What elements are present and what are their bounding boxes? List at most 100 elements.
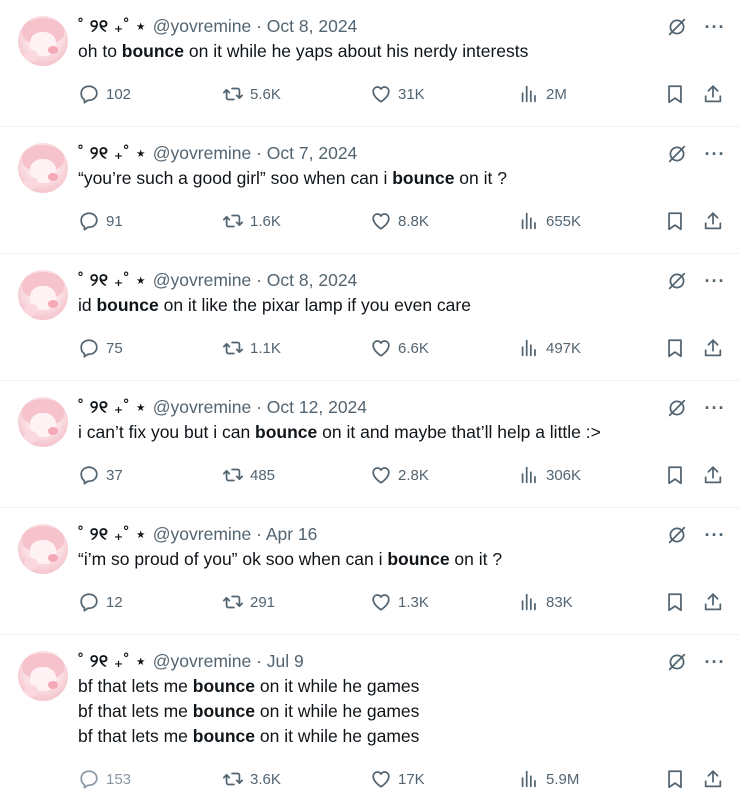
like-count: 17K [398, 770, 425, 788]
text-segment: on it while he games [255, 701, 420, 721]
reply-button[interactable]: 12 [78, 591, 123, 613]
tweet-actions: 12 291 1.3K 83K [78, 572, 724, 634]
highlighted-word: bounce [192, 701, 256, 721]
tweet-text-line: oh to bounce on it while he yaps about h… [78, 39, 724, 64]
handle-and-date[interactable]: @yovremine · Jul 9 [153, 651, 304, 672]
display-name[interactable]: ˚ ୨୧ ₊˚ ⋆ [78, 270, 147, 291]
more-options-icon[interactable]: ··· [704, 16, 726, 38]
tweet[interactable]: ˚ ୨୧ ₊˚ ⋆ @yovremine · Oct 8, 2024 ··· o… [0, 0, 740, 127]
grok-icon[interactable] [666, 397, 688, 419]
more-options-icon[interactable]: ··· [704, 397, 726, 419]
bookmark-button[interactable] [664, 768, 686, 790]
view-count: 5.9M [546, 770, 580, 788]
grok-icon[interactable] [666, 143, 688, 165]
tweet-header-actions: ··· [666, 651, 726, 673]
grok-icon[interactable] [666, 524, 688, 546]
grok-icon[interactable] [666, 270, 688, 292]
analytics-icon [521, 339, 536, 357]
repost-button[interactable]: 3.6K [222, 768, 281, 790]
handle-and-date[interactable]: @yovremine · Oct 7, 2024 [153, 143, 358, 164]
repost-icon [222, 772, 244, 786]
like-count: 8.8K [398, 212, 429, 230]
avatar[interactable] [18, 524, 68, 574]
text-segment: on it ? [454, 168, 507, 188]
text-segment: bf that lets me [78, 726, 193, 746]
grok-icon[interactable] [666, 651, 688, 673]
bookmark-button[interactable] [664, 83, 686, 105]
grok-icon[interactable] [666, 16, 688, 38]
tweet[interactable]: ˚ ୨୧ ₊˚ ⋆ @yovremine · Oct 8, 2024 ··· i… [0, 254, 740, 381]
avatar[interactable] [18, 143, 68, 193]
analytics-icon [521, 770, 536, 788]
more-options-icon[interactable]: ··· [704, 651, 726, 673]
handle-and-date[interactable]: @yovremine · Apr 16 [153, 524, 318, 545]
avatar[interactable] [18, 651, 68, 701]
share-button[interactable] [702, 210, 724, 232]
more-options-icon[interactable]: ··· [704, 143, 726, 165]
handle-and-date[interactable]: @yovremine · Oct 12, 2024 [153, 397, 367, 418]
tweet-header-actions: ··· [666, 16, 726, 38]
share-icon [704, 212, 722, 230]
reply-icon [80, 85, 98, 104]
display-name[interactable]: ˚ ୨୧ ₊˚ ⋆ [78, 651, 147, 672]
share-button[interactable] [702, 464, 724, 486]
repost-button[interactable]: 291 [222, 591, 275, 613]
tweet[interactable]: ˚ ୨୧ ₊˚ ⋆ @yovremine · Oct 12, 2024 ··· … [0, 381, 740, 508]
bookmark-button[interactable] [664, 464, 686, 486]
reply-button[interactable]: 75 [78, 337, 123, 359]
views-button[interactable]: 83K [518, 591, 573, 613]
share-button[interactable] [702, 768, 724, 790]
reply-button[interactable]: 37 [78, 464, 123, 486]
like-button[interactable]: 1.3K [370, 591, 429, 613]
more-options-icon[interactable]: ··· [704, 524, 726, 546]
like-button[interactable]: 6.6K [370, 337, 429, 359]
repost-button[interactable]: 485 [222, 464, 275, 486]
display-name[interactable]: ˚ ୨୧ ₊˚ ⋆ [78, 397, 147, 418]
reply-button[interactable]: 91 [78, 210, 123, 232]
repost-icon [222, 87, 244, 101]
more-options-icon[interactable]: ··· [704, 270, 726, 292]
handle-and-date[interactable]: @yovremine · Oct 8, 2024 [153, 270, 358, 291]
share-button[interactable] [702, 591, 724, 613]
like-button[interactable]: 17K [370, 768, 425, 790]
views-button[interactable]: 497K [518, 337, 581, 359]
tweet[interactable]: ˚ ୨୧ ₊˚ ⋆ @yovremine · Oct 7, 2024 ··· “… [0, 127, 740, 254]
share-button[interactable] [702, 83, 724, 105]
reply-button[interactable]: 153 [78, 768, 131, 790]
text-segment: oh to [78, 41, 122, 61]
repost-count: 3.6K [250, 770, 281, 788]
tweet[interactable]: ˚ ୨୧ ₊˚ ⋆ @yovremine · Jul 9 ··· bf that… [0, 635, 740, 795]
display-name[interactable]: ˚ ୨୧ ₊˚ ⋆ [78, 143, 147, 164]
display-name[interactable]: ˚ ୨୧ ₊˚ ⋆ [78, 16, 147, 37]
tweet-text: “you’re such a good girl” soo when can i… [78, 166, 724, 191]
display-name[interactable]: ˚ ୨୧ ₊˚ ⋆ [78, 524, 147, 545]
repost-button[interactable]: 1.6K [222, 210, 281, 232]
share-button[interactable] [702, 337, 724, 359]
views-button[interactable]: 5.9M [518, 768, 579, 790]
tweet[interactable]: ˚ ୨୧ ₊˚ ⋆ @yovremine · Apr 16 ··· “i’m s… [0, 508, 740, 635]
repost-button[interactable]: 1.1K [222, 337, 281, 359]
avatar[interactable] [18, 270, 68, 320]
handle-and-date[interactable]: @yovremine · Oct 8, 2024 [153, 16, 358, 37]
tweet-feed: ˚ ୨୧ ₊˚ ⋆ @yovremine · Oct 8, 2024 ··· o… [0, 0, 740, 795]
like-button[interactable]: 8.8K [370, 210, 429, 232]
avatar[interactable] [18, 16, 68, 66]
repost-button[interactable]: 5.6K [222, 83, 281, 105]
bookmark-button[interactable] [664, 337, 686, 359]
views-button[interactable]: 655K [518, 210, 581, 232]
view-count: 655K [546, 212, 582, 230]
repost-count: 1.1K [250, 339, 281, 357]
repost-icon [222, 214, 244, 228]
like-button[interactable]: 2.8K [370, 464, 429, 486]
reply-button[interactable]: 102 [78, 83, 131, 105]
avatar[interactable] [18, 397, 68, 447]
views-button[interactable]: 306K [518, 464, 581, 486]
like-button[interactable]: 31K [370, 83, 425, 105]
like-count: 6.6K [398, 339, 429, 357]
heart-icon [372, 467, 390, 484]
views-button[interactable]: 2M [518, 83, 567, 105]
repost-count: 5.6K [250, 85, 281, 103]
tweet-header: ˚ ୨୧ ₊˚ ⋆ @yovremine · Oct 12, 2024 [78, 395, 724, 419]
bookmark-button[interactable] [664, 210, 686, 232]
bookmark-button[interactable] [664, 591, 686, 613]
